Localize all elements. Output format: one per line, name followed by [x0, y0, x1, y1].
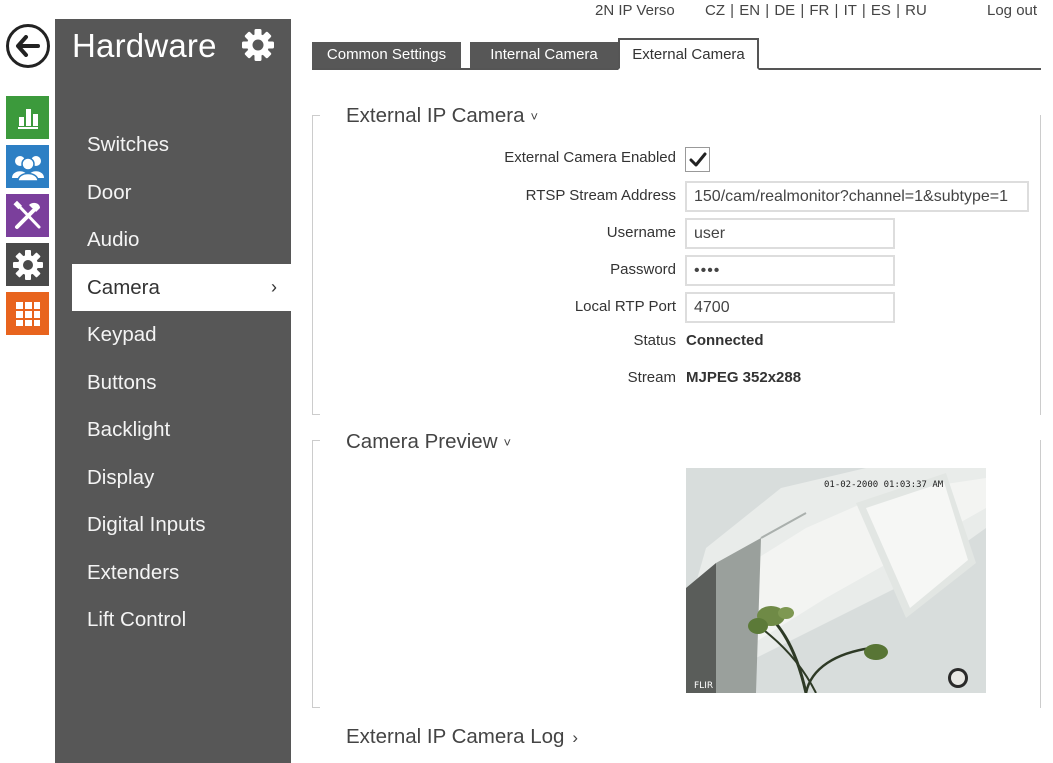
- sidebar-item-keypad[interactable]: Keypad: [72, 311, 291, 359]
- lang-en[interactable]: EN: [739, 2, 760, 19]
- section-title: External IP Camera: [346, 104, 525, 127]
- tab-internal-camera[interactable]: Internal Camera: [470, 42, 618, 68]
- sidebar-item-backlight[interactable]: Backlight: [72, 406, 291, 454]
- hardware-tools-icon: [12, 200, 40, 229]
- tab-common-settings[interactable]: Common Settings: [312, 42, 461, 68]
- password-label: Password: [610, 261, 676, 278]
- sidebar-item-audio[interactable]: Audio: [72, 216, 291, 264]
- section-frame: [312, 440, 320, 708]
- product-name: 2N IP Verso: [595, 2, 675, 19]
- rail-services[interactable]: [6, 292, 49, 335]
- username-input[interactable]: user: [685, 218, 895, 249]
- hardware-sidebar: Hardware Switches Door Audio Camera › Ke…: [55, 19, 291, 763]
- checkmark-icon: [689, 152, 706, 166]
- camera-log-section-header[interactable]: External IP Camera Log ›: [346, 725, 578, 749]
- sidebar-item-camera[interactable]: Camera ›: [72, 263, 291, 311]
- preview-timestamp: 01-02-2000 01:03:37 AM: [824, 480, 944, 490]
- section-frame: [312, 115, 320, 415]
- sidebar-item-display[interactable]: Display: [72, 454, 291, 502]
- sidebar-item-switches[interactable]: Switches: [72, 121, 291, 169]
- sidebar-item-label: Camera: [87, 275, 160, 299]
- status-chart-icon: [17, 108, 38, 129]
- stream-label: Stream: [627, 369, 676, 386]
- preview-watermark: FLIR: [694, 681, 713, 691]
- sidebar-item-digital-inputs[interactable]: Digital Inputs: [72, 501, 291, 549]
- chevron-right-icon: ›: [572, 727, 579, 747]
- lang-ru[interactable]: RU: [905, 2, 927, 19]
- language-selector: CZ | EN | DE | FR | IT | ES | RU: [705, 2, 927, 19]
- status-label: Status: [633, 332, 676, 349]
- tab-bar: Common Settings Internal Camera External…: [312, 38, 1041, 70]
- services-grid-icon: [15, 301, 40, 326]
- local-rtp-port-input[interactable]: 4700: [685, 292, 895, 323]
- back-arrow-icon: [16, 35, 40, 57]
- logout-link[interactable]: Log out: [987, 2, 1037, 19]
- back-button[interactable]: [6, 24, 50, 68]
- rtsp-stream-address-input[interactable]: 150/cam/realmonitor?channel=1&subtype=1: [685, 181, 1029, 212]
- lang-de[interactable]: DE: [774, 2, 795, 19]
- section-frame-right: [1040, 440, 1041, 708]
- rail-hardware[interactable]: [6, 194, 49, 237]
- stream-value: MJPEG 352x288: [686, 369, 802, 386]
- sidebar-item-extenders[interactable]: Extenders: [72, 549, 291, 597]
- camera-preview-image: 01-02-2000 01:03:37 AM FLIR: [686, 468, 986, 693]
- nav-rail: [0, 0, 55, 763]
- external-camera-enabled-checkbox[interactable]: [685, 147, 710, 172]
- lang-cz[interactable]: CZ: [705, 2, 725, 19]
- chevron-right-icon: ›: [271, 276, 277, 297]
- rail-system[interactable]: [6, 243, 49, 286]
- tab-external-camera[interactable]: External Camera: [618, 38, 759, 70]
- sidebar-title: Hardware: [72, 27, 217, 64]
- chevron-down-icon: ˅: [530, 109, 539, 125]
- directory-users-icon: [11, 155, 44, 182]
- sidebar-item-door[interactable]: Door: [72, 169, 291, 217]
- lang-es[interactable]: ES: [871, 2, 891, 19]
- section-title: External IP Camera Log: [346, 725, 565, 748]
- chevron-down-icon: ˅: [503, 435, 512, 451]
- external-camera-enabled-label: External Camera Enabled: [504, 149, 676, 166]
- gear-icon[interactable]: [240, 27, 276, 63]
- camera-feed-graphic: 01-02-2000 01:03:37 AM FLIR: [686, 468, 986, 693]
- sidebar-menu: Switches Door Audio Camera › Keypad Butt…: [72, 121, 291, 644]
- password-input[interactable]: ••••: [685, 255, 895, 286]
- username-label: Username: [606, 224, 676, 241]
- sidebar-item-lift-control[interactable]: Lift Control: [72, 596, 291, 644]
- status-value: Connected: [686, 332, 764, 349]
- camera-preview-section-header[interactable]: Camera Preview ˅: [346, 430, 511, 454]
- lang-it[interactable]: IT: [844, 2, 857, 19]
- lang-fr[interactable]: FR: [809, 2, 829, 19]
- rail-status[interactable]: [6, 96, 49, 139]
- local-rtp-port-label: Local RTP Port: [574, 298, 676, 315]
- sidebar-item-buttons[interactable]: Buttons: [72, 359, 291, 407]
- rtsp-stream-address-label: RTSP Stream Address: [525, 187, 676, 204]
- section-title: Camera Preview: [346, 430, 498, 453]
- system-gear-icon: [12, 249, 43, 280]
- rail-directory[interactable]: [6, 145, 49, 188]
- section-frame-right: [1040, 115, 1041, 415]
- external-camera-section-header[interactable]: External IP Camera ˅: [346, 104, 538, 128]
